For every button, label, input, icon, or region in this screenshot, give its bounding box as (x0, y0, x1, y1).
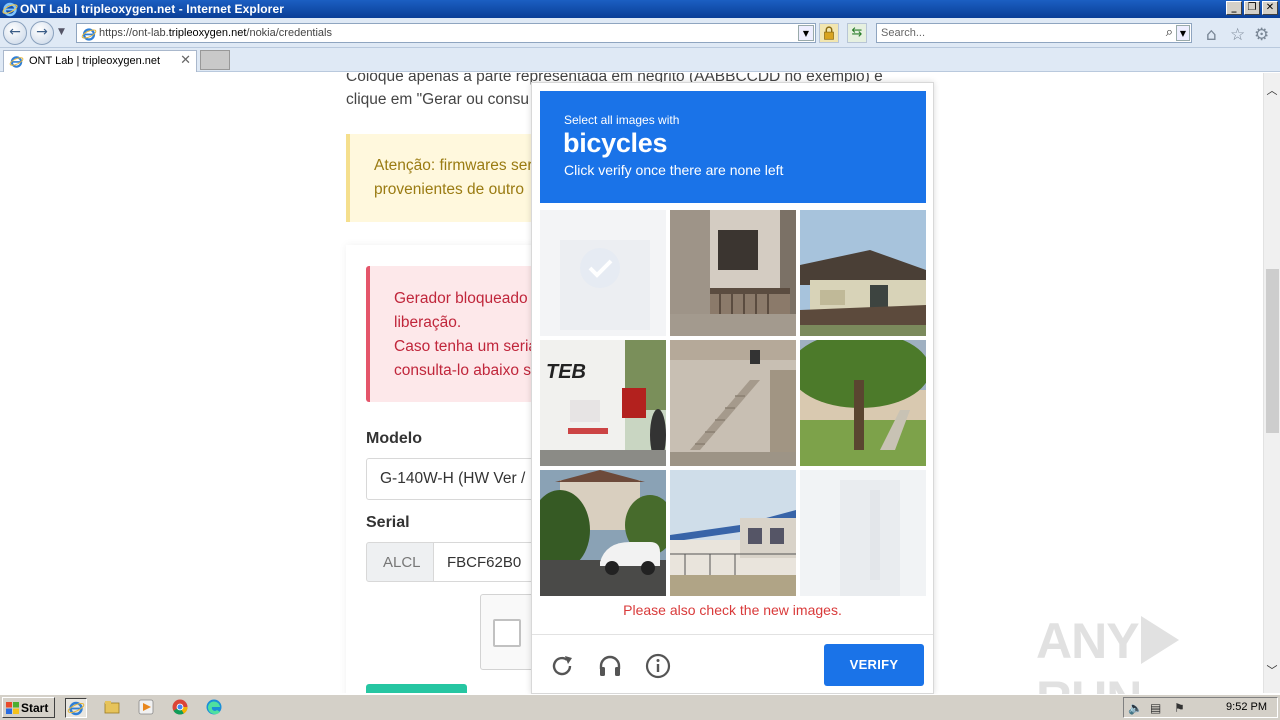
captcha-tile-5[interactable] (670, 340, 796, 466)
taskbar-explorer-button[interactable] (102, 698, 124, 718)
security-lock-button[interactable] (819, 23, 839, 43)
captcha-checkbox[interactable] (493, 619, 521, 647)
forward-arrow-icon: → (36, 24, 48, 40)
system-clock[interactable]: 9:52 PM (1226, 701, 1267, 713)
back-button[interactable]: ← (3, 21, 27, 45)
taskbar-media-player-button[interactable] (136, 698, 158, 718)
warning-text-line1: Atenção: firmwares ser (374, 157, 533, 174)
captcha-tile-3[interactable] (800, 210, 926, 336)
volume-icon[interactable]: 🔈 (1128, 701, 1143, 715)
internet-explorer-icon (2, 2, 18, 17)
captcha-tile-7[interactable] (540, 470, 666, 596)
window-titlebar: ONT Lab | tripleoxygen.net - Internet Ex… (0, 0, 1280, 18)
address-url: https://ont-lab.tripleoxygen.net/nokia/c… (99, 27, 332, 39)
lock-icon (824, 26, 834, 40)
chrome-icon (172, 699, 188, 715)
forward-button[interactable]: → (30, 21, 54, 45)
svg-text:TEB: TEB (546, 361, 586, 383)
taskbar: Start 🔈 ▤ ⚑ 9:52 PM (0, 694, 1280, 720)
challenge-footer: VERIFY (532, 634, 933, 694)
internet-explorer-icon (67, 701, 85, 716)
captcha-challenge-dialog: Select all images with bicycles Click ve… (531, 82, 934, 694)
settings-gear-icon[interactable]: ⚙ (1254, 25, 1269, 45)
restore-button[interactable]: ❐ (1244, 1, 1260, 15)
start-label: Start (21, 701, 49, 715)
refresh-challenge-icon[interactable] (548, 652, 576, 680)
favorites-star-icon[interactable]: ☆ (1230, 25, 1245, 45)
search-box[interactable]: Search... ⌕ ▼ (876, 23, 1192, 43)
search-icon[interactable]: ⌕ (1166, 25, 1173, 40)
minimize-button[interactable]: _ (1226, 1, 1242, 15)
captcha-tile-9[interactable] (800, 470, 926, 596)
system-tray: 🔈 ▤ ⚑ 9:52 PM (1123, 697, 1278, 718)
captcha-tile-8[interactable] (670, 470, 796, 596)
model-label: Modelo (366, 430, 422, 447)
serial-prefix-addon: ALCL (366, 542, 434, 582)
captcha-tile-1[interactable] (540, 210, 666, 336)
ie-page-icon (81, 28, 97, 41)
close-window-button[interactable]: ✕ (1262, 1, 1278, 15)
info-icon[interactable] (644, 652, 672, 680)
new-tab-button[interactable] (200, 50, 230, 70)
generate-button[interactable] (366, 684, 467, 693)
intro-text-line2: clique em "Gerar ou consu (346, 91, 529, 108)
tab-label: ONT Lab | tripleoxygen.net (29, 55, 161, 67)
error-text-line3: Caso tenha um seria (394, 338, 538, 355)
captcha-tile-4[interactable]: TEB (540, 340, 666, 466)
ie-tab-icon (9, 56, 24, 68)
network-icon[interactable]: ▤ (1150, 701, 1161, 715)
challenge-error-message: Please also check the new images. (623, 602, 842, 618)
challenge-keyword: bicycles (563, 128, 668, 158)
scroll-up-icon[interactable]: ︿ (1264, 83, 1280, 99)
error-text-line2: liberação. (394, 314, 462, 331)
refresh-button[interactable]: ⇆ (847, 23, 867, 43)
taskbar-edge-button[interactable] (204, 698, 226, 718)
address-bar[interactable]: https://ont-lab.tripleoxygen.net/nokia/c… (76, 23, 816, 43)
page-scrollbar[interactable]: ︿ ﹀ (1263, 73, 1280, 693)
back-arrow-icon: ← (9, 24, 21, 40)
search-dropdown-icon[interactable]: ▼ (1176, 25, 1190, 41)
media-player-icon (138, 699, 154, 715)
audio-challenge-icon[interactable] (596, 652, 624, 680)
play-logo-icon (1140, 616, 1179, 664)
error-text-line1: Gerador bloqueado (394, 290, 528, 307)
start-button[interactable]: Start (2, 697, 55, 718)
refresh-icon: ⇆ (851, 25, 863, 40)
action-center-flag-icon[interactable]: ⚑ (1174, 701, 1185, 715)
history-dropdown-icon[interactable]: ▼ (58, 27, 65, 37)
warning-text-line2: provenientes de outro (374, 181, 524, 198)
close-tab-icon[interactable]: ✕ (180, 53, 191, 68)
captcha-tile-6[interactable] (800, 340, 926, 466)
scrollbar-thumb[interactable] (1266, 269, 1279, 433)
tab-ont-lab[interactable]: ONT Lab | tripleoxygen.net ✕ (3, 50, 197, 72)
verify-button[interactable]: VERIFY (824, 644, 924, 686)
model-select-value: G-140W-H (HW Ver / (380, 470, 526, 487)
home-icon[interactable]: ⌂ (1206, 25, 1217, 45)
address-dropdown-icon[interactable]: ▼ (798, 25, 814, 41)
challenge-hint: Click verify once there are none left (564, 162, 784, 178)
error-text-line4: consulta-lo abaixo s (394, 362, 531, 379)
serial-prefix-text: ALCL (383, 554, 421, 571)
serial-label: Serial (366, 514, 410, 531)
captcha-tile-2[interactable] (670, 210, 796, 336)
taskbar-chrome-button[interactable] (170, 698, 192, 718)
navigation-bar: ← → ▼ https://ont-lab.tripleoxygen.net/n… (0, 18, 1280, 48)
taskbar-ie-button[interactable] (65, 698, 87, 718)
search-placeholder: Search... (881, 27, 926, 39)
tab-bar: ONT Lab | tripleoxygen.net ✕ (0, 48, 1280, 72)
window-title: ONT Lab | tripleoxygen.net - Internet Ex… (20, 2, 284, 16)
challenge-prompt-small: Select all images with (564, 113, 680, 127)
edge-icon (206, 699, 222, 715)
challenge-header: Select all images with bicycles Click ve… (540, 91, 926, 203)
folder-icon (104, 701, 120, 714)
windows-logo-icon (6, 702, 19, 714)
serial-input-value: FBCF62B0 (447, 554, 522, 571)
